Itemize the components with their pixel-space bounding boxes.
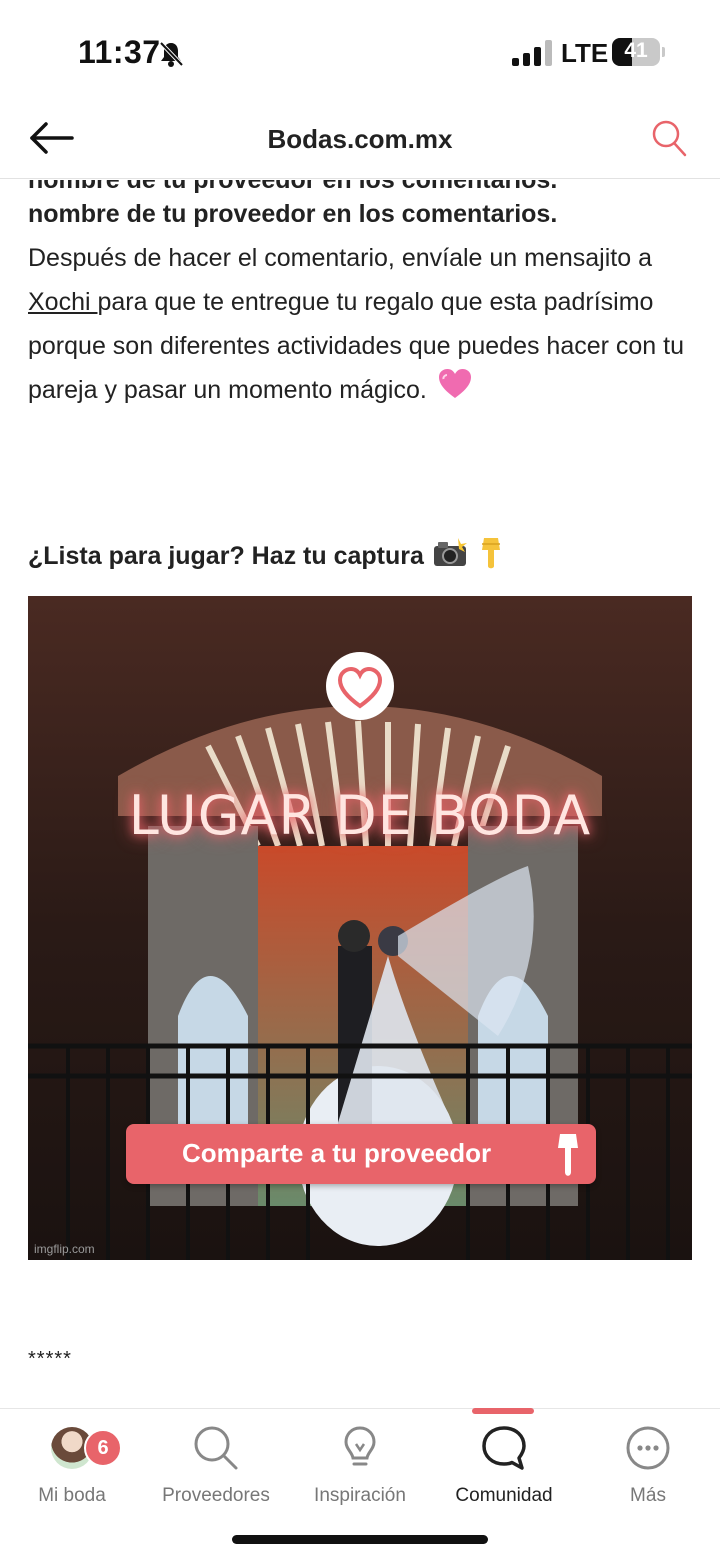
promo-image[interactable]: LUGAR DE BODA Comparte a tu proveedor im…	[28, 596, 692, 1260]
signal-icon	[512, 40, 552, 66]
status-bar: 11:37 LTE 41	[0, 0, 720, 100]
nav-proveedores-label: Proveedores	[162, 1485, 270, 1506]
lead-label: ¿Lista para jugar? Haz tu captura	[28, 542, 424, 570]
pointing-down-emoji-icon	[476, 536, 506, 577]
search-icon	[144, 1423, 288, 1473]
paragraph-text-after: para que te entregue tu regalo que esta …	[28, 288, 685, 404]
camera-flash-emoji-icon	[432, 538, 468, 575]
more-dots-icon	[576, 1423, 720, 1473]
page-title: Bodas.com.mx	[267, 124, 453, 154]
bold-text: nombre de tu proveedor en los comentario…	[28, 200, 558, 228]
notification-badge: 6	[84, 1429, 122, 1467]
paragraph-text-before: Después de hacer el comentario, envíale …	[28, 244, 652, 272]
top-header: Bodas.com.mx	[0, 100, 720, 179]
nav-mi-boda[interactable]: Mi boda 6	[0, 1423, 144, 1507]
bell-muted-icon	[158, 40, 184, 73]
nav-comunidad-label: Comunidad	[455, 1485, 553, 1506]
article-content: nombre de tu proveedor en los comentario…	[28, 180, 698, 1408]
pink-heart-emoji-icon	[438, 368, 472, 414]
battery-icon: 41	[612, 38, 660, 66]
chat-bubble-icon	[432, 1423, 576, 1473]
search-icon[interactable]	[650, 118, 688, 163]
nav-inspiracion-label: Inspiración	[314, 1485, 406, 1506]
battery-level: 41	[624, 39, 648, 62]
user-link-xochi[interactable]: Xochi	[28, 288, 97, 316]
lightbulb-icon	[288, 1423, 432, 1473]
share-provider-label: Comparte a tu proveedor	[182, 1138, 492, 1168]
network-label: LTE	[561, 38, 609, 68]
nav-comunidad[interactable]: Comunidad	[432, 1423, 576, 1507]
active-tab-indicator	[472, 1408, 534, 1414]
nav-inspiracion[interactable]: Inspiración	[288, 1423, 432, 1507]
stars-separator: *****	[28, 1348, 72, 1370]
share-provider-button[interactable]: Comparte a tu proveedor	[126, 1124, 596, 1184]
status-time: 11:37	[78, 34, 161, 70]
lead-text: ¿Lista para jugar? Haz tu captura	[28, 536, 506, 577]
nav-mas-label: Más	[630, 1485, 666, 1506]
battery-tip	[662, 47, 665, 57]
nav-proveedores[interactable]: Proveedores	[144, 1423, 288, 1507]
nav-mas[interactable]: Más	[576, 1423, 720, 1507]
home-indicator	[232, 1535, 488, 1544]
image-title: LUGAR DE BODA	[128, 784, 592, 847]
watermark-text: imgflip.com	[34, 1242, 95, 1256]
nav-mi-boda-label: Mi boda	[38, 1485, 106, 1506]
pointing-down-hand-icon	[554, 1132, 582, 1178]
article-paragraph: nombre de tu proveedor en los comentario…	[28, 192, 698, 414]
